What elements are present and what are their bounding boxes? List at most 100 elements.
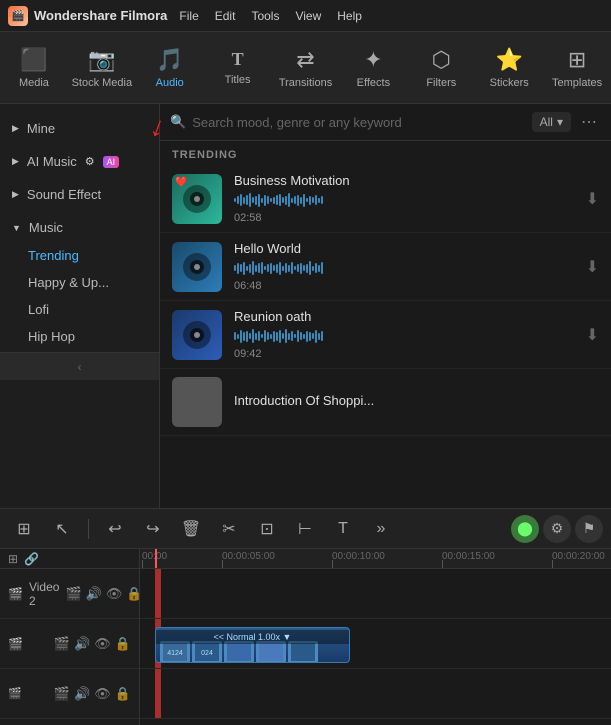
track-extra-eye-icon[interactable]: 👁	[94, 686, 111, 702]
red-bar-3	[155, 669, 161, 718]
download-icon-biz[interactable]: ⬇	[586, 189, 599, 209]
timeline-tracks: 00:00 00:00:05:00 00:00:10:00 00:00:15:0…	[140, 549, 611, 725]
ruler-mark-3: 00:00:15:00	[442, 551, 495, 562]
music-track-hello-world[interactable]: Hello World	[160, 233, 611, 301]
timeline-settings-btn[interactable]: ⚙	[543, 515, 571, 543]
filters-icon: ⬡	[432, 47, 451, 73]
menu-file[interactable]: File	[179, 9, 198, 23]
timeline-split-btn[interactable]: ⊢	[289, 513, 321, 545]
track-icon-video2: 🎬	[8, 587, 23, 601]
timeline-select-btn[interactable]: ↖	[46, 513, 78, 545]
ai-badge: AI	[103, 156, 120, 168]
sidebar-item-ai-music[interactable]: ▶ AI Music ⚙ AI	[0, 147, 159, 176]
toolbar-media[interactable]: ⬛ Media	[0, 32, 68, 104]
clip-thumbnail-4	[259, 643, 283, 661]
sidebar-sub-trending[interactable]: Trending	[0, 242, 159, 269]
sidebar-ai-music-label: AI Music	[27, 154, 77, 169]
toolbar-media-label: Media	[19, 77, 49, 89]
menu-view[interactable]: View	[295, 9, 321, 23]
track-label-controls: ⊞ 🔗	[0, 549, 139, 569]
track-extra-audio-icon[interactable]: 🔊	[74, 686, 90, 702]
app-logo: 🎬 Wondershare Filmora	[8, 6, 167, 26]
filter-label: All	[540, 115, 553, 129]
sidebar-sub-lofi[interactable]: Lofi	[0, 296, 159, 323]
music-track-intro-shopping[interactable]: Introduction Of Shoppi...	[160, 369, 611, 436]
clip-frame-4	[256, 641, 286, 662]
stickers-icon: ⭐	[495, 47, 522, 73]
sidebar-collapse-button[interactable]: ‹	[0, 352, 159, 380]
toolbar-templates[interactable]: ⊞ Templates	[543, 32, 611, 104]
track-main-video-icon[interactable]: 🎬	[54, 636, 70, 652]
track-title-biz: Business Motivation	[234, 173, 574, 188]
toolbar-audio[interactable]: 🎵 Audio	[136, 32, 204, 104]
titles-icon: T	[232, 49, 244, 70]
sidebar-item-sound-effect[interactable]: ▶ Sound Effect	[0, 180, 159, 209]
track-audio-icon[interactable]: 🔊	[86, 586, 102, 602]
sidebar-item-music[interactable]: ▼ Music	[0, 213, 159, 242]
playhead[interactable]	[155, 549, 157, 568]
timeline-more-btn[interactable]: »	[365, 513, 397, 545]
track-label-main-video: 🎬 🎬 🔊 👁 🔒	[0, 619, 139, 669]
toolbar-transitions-label: Transitions	[279, 77, 332, 89]
menu-help[interactable]: Help	[337, 9, 362, 23]
sidebar-sub-hiphop[interactable]: Hip Hop	[0, 323, 159, 350]
track-extra-lock-icon[interactable]: 🔒	[115, 686, 131, 702]
track-icons-video2: 🎬 🔊 👁 🔒	[65, 586, 142, 602]
track-eye-icon[interactable]: 👁	[106, 586, 123, 602]
toolbar-titles-label: Titles	[225, 74, 251, 86]
toolbar-titles[interactable]: T Titles	[204, 32, 272, 104]
clip-frame-5	[288, 641, 318, 662]
timeline-delete-btn[interactable]: 🗑	[175, 513, 207, 545]
audio-icon: 🎵	[156, 47, 183, 73]
timeline-text-btn[interactable]: T	[327, 513, 359, 545]
toolbar-stock-media[interactable]: 📷 Stock Media	[68, 32, 136, 104]
track-name-video2: Video 2	[29, 580, 59, 608]
filter-dropdown[interactable]: All ▾	[532, 112, 571, 132]
music-track-biz-motivation[interactable]: ❤️ Business Motivation	[160, 165, 611, 233]
track-extra-video-icon[interactable]: 🎬	[54, 686, 70, 702]
timeline-record-btn[interactable]: ⬤	[511, 515, 539, 543]
toolbar-effects[interactable]: ✦ Effects	[339, 32, 407, 104]
toolbar-templates-label: Templates	[552, 77, 602, 89]
sidebar-sub-happy[interactable]: Happy & Up...	[0, 269, 159, 296]
filter-chevron-icon: ▾	[557, 115, 563, 129]
track-main-eye-icon[interactable]: 👁	[94, 636, 111, 652]
track-video-icon[interactable]: 🎬	[65, 586, 81, 602]
timeline-crop-btn[interactable]: ⊡	[251, 513, 283, 545]
download-icon-reunion[interactable]: ⬇	[586, 325, 599, 345]
timeline-undo-btn[interactable]: ↩	[99, 513, 131, 545]
thumb-bg-hello	[172, 242, 222, 292]
timeline-layout-btn[interactable]: ⊞	[8, 513, 40, 545]
menu-edit[interactable]: Edit	[215, 9, 236, 23]
download-icon-hello[interactable]: ⬇	[586, 257, 599, 277]
video-clip[interactable]: << Normal 1.00x ▼ 4124 024	[155, 627, 350, 663]
add-track-icon[interactable]: ⊞	[8, 552, 18, 566]
app-title: Wondershare Filmora	[34, 8, 167, 23]
track-main-lock-icon[interactable]: 🔒	[115, 636, 131, 652]
sidebar-mine-label: Mine	[27, 121, 55, 136]
music-list: ❤️ Business Motivation	[160, 165, 611, 508]
track-main-audio-icon[interactable]: 🔊	[74, 636, 90, 652]
timeline-right-buttons: ⬤ ⚙ ⚑	[511, 515, 603, 543]
track-label-video2: 🎬 Video 2 🎬 🔊 👁 🔒	[0, 569, 139, 619]
sidebar-item-mine[interactable]: ▶ Mine	[0, 114, 159, 143]
arrow-ai-music-icon: ▶	[12, 156, 19, 167]
track-labels: ⊞ 🔗 🎬 Video 2 🎬 🔊 👁 🔒 🎬 🎬 🔊 👁	[0, 549, 140, 725]
timeline-flag-btn[interactable]: ⚑	[575, 515, 603, 543]
link-track-icon[interactable]: 🔗	[24, 552, 39, 566]
timeline-cut-btn[interactable]: ✂	[213, 513, 245, 545]
toolbar-filters[interactable]: ⬡ Filters	[407, 32, 475, 104]
track-icon-extra: 🎬	[8, 687, 22, 700]
timeline-redo-btn[interactable]: ↪	[137, 513, 169, 545]
music-track-reunion-oath[interactable]: Reunion oath	[160, 301, 611, 369]
ruler-mark-1: 00:00:05:00	[222, 551, 275, 562]
menu-tools[interactable]: Tools	[251, 9, 279, 23]
toolbar-stickers[interactable]: ⭐ Stickers	[475, 32, 543, 104]
toolbar-audio-label: Audio	[156, 77, 184, 89]
clip-frame-1: 4124	[160, 641, 190, 662]
search-input[interactable]	[192, 115, 525, 130]
sidebar-section-music: ▼ Music Trending Happy & Up... Lofi Hip …	[0, 211, 159, 352]
more-options-icon[interactable]: ⋯	[577, 112, 601, 132]
track-label-extra: 🎬 🎬 🔊 👁 🔒	[0, 669, 139, 719]
toolbar-transitions[interactable]: ⇄ Transitions	[272, 32, 340, 104]
